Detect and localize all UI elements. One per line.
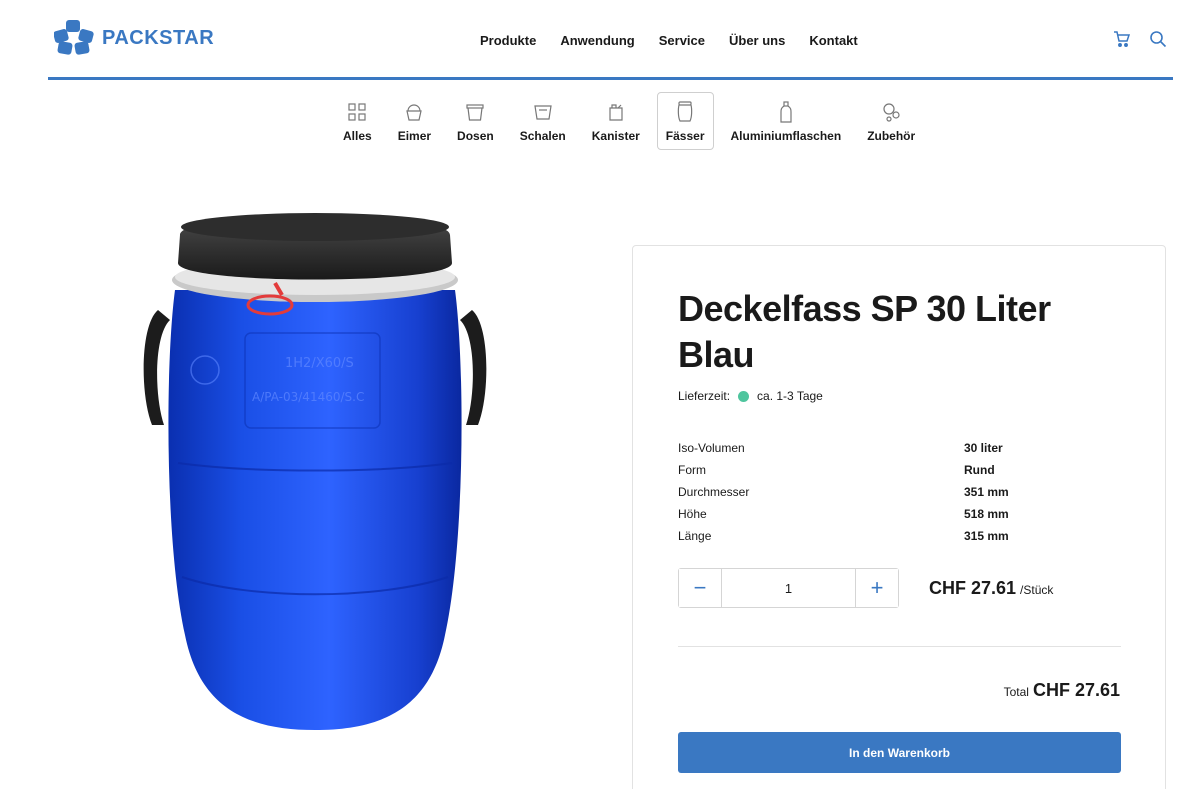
spec-value: 315 mm xyxy=(964,529,1009,543)
barrel-icon xyxy=(675,101,695,123)
price-unit: /Stück xyxy=(1020,583,1054,597)
accessories-icon xyxy=(881,101,901,123)
price-amount: CHF 27.61 xyxy=(929,578,1017,598)
barrel-embossing-line-1: 1H2/X60/S xyxy=(285,356,354,371)
cart-icon[interactable] xyxy=(1113,30,1131,48)
category-label: Schalen xyxy=(519,129,566,143)
divider xyxy=(678,646,1121,647)
nav-ueber-uns[interactable]: Über uns xyxy=(729,33,785,48)
category-label: Kanister xyxy=(591,129,640,143)
product-specs: Iso-Volumen 30 liter Form Rund Durchmess… xyxy=(678,441,1009,551)
product-title: Deckelfass SP 30 Liter Blau xyxy=(678,288,1051,375)
delivery-value: ca. 1-3 Tage xyxy=(757,389,823,403)
spec-row: Form Rund xyxy=(678,463,1008,485)
spec-label: Länge xyxy=(678,529,712,543)
spec-label: Höhe xyxy=(678,507,707,521)
spec-row: Länge 315 mm xyxy=(678,529,1009,551)
category-label: Eimer xyxy=(397,129,432,143)
spec-label: Form xyxy=(678,463,706,477)
quantity-stepper: − 1 + xyxy=(678,568,899,608)
quantity-input[interactable]: 1 xyxy=(721,569,856,607)
category-faesser[interactable]: Fässer xyxy=(656,92,714,150)
logo[interactable]: PACKSTAR xyxy=(54,20,214,56)
search-icon[interactable] xyxy=(1149,30,1167,48)
category-dosen[interactable]: Dosen xyxy=(448,92,503,150)
product-card: Deckelfass SP 30 Liter Blau Lieferzeit: … xyxy=(632,245,1166,789)
nav-service[interactable]: Service xyxy=(659,33,705,48)
spec-label: Durchmesser xyxy=(678,485,750,499)
header-actions xyxy=(1113,30,1167,48)
total-label: Total xyxy=(1003,685,1029,699)
nav-kontakt[interactable]: Kontakt xyxy=(809,33,857,48)
total-amount: CHF 27.61 xyxy=(1032,680,1120,700)
logo-text: PACKSTAR xyxy=(102,26,215,49)
spec-row: Durchmesser 351 mm xyxy=(678,485,1009,507)
spec-label: Iso-Volumen xyxy=(678,441,745,455)
can-icon xyxy=(465,101,485,123)
tray-icon xyxy=(533,101,553,123)
spec-value: 518 mm xyxy=(964,507,1009,521)
spec-value: Rund xyxy=(964,463,995,477)
site-header: PACKSTAR Produkte Anwendung Service Über… xyxy=(48,0,1173,80)
category-schalen[interactable]: Schalen xyxy=(511,92,575,150)
delivery-info: Lieferzeit: ca. 1-3 Tage xyxy=(678,389,823,403)
category-eimer[interactable]: Eimer xyxy=(389,92,440,150)
increment-button[interactable]: + xyxy=(856,569,898,607)
category-label: Aluminiumflaschen xyxy=(730,129,842,143)
bucket-icon xyxy=(404,101,424,123)
category-label: Zubehör xyxy=(867,129,916,143)
category-aluminiumflaschen[interactable]: Aluminiumflaschen xyxy=(722,92,851,150)
bottle-icon xyxy=(776,101,796,123)
category-label: Fässer xyxy=(665,129,705,143)
total-price: Total CHF 27.61 xyxy=(1004,680,1120,701)
category-zubehoer[interactable]: Zubehör xyxy=(858,92,924,150)
barrel-embossing-line-2: A/PA-03/41460/S.C xyxy=(252,390,364,404)
spec-value: 30 liter xyxy=(964,441,1003,455)
category-label: Dosen xyxy=(457,129,494,143)
main-nav: Produkte Anwendung Service Über uns Kont… xyxy=(480,33,858,48)
spec-value: 351 mm xyxy=(964,485,1009,499)
decrement-button[interactable]: − xyxy=(679,569,721,607)
delivery-status-dot xyxy=(738,390,750,402)
nav-produkte[interactable]: Produkte xyxy=(480,33,536,48)
logo-icon xyxy=(54,20,94,55)
delivery-label: Lieferzeit: xyxy=(678,389,731,403)
spec-row: Höhe 518 mm xyxy=(678,507,1009,529)
category-kanister[interactable]: Kanister xyxy=(583,92,649,150)
category-bar: Alles Eimer Dosen Schalen Kanister Fässe… xyxy=(330,92,928,150)
nav-anwendung[interactable]: Anwendung xyxy=(560,33,634,48)
grid-icon xyxy=(347,101,367,123)
category-alles[interactable]: Alles xyxy=(334,92,381,150)
add-to-cart-button[interactable]: In den Warenkorb xyxy=(678,732,1121,773)
product-image: 1H2/X60/S A/PA-03/41460/S.C xyxy=(140,205,490,735)
unit-price: CHF 27.61 /Stück xyxy=(929,578,1053,599)
spec-row: Iso-Volumen 30 liter xyxy=(678,441,1008,463)
canister-icon xyxy=(606,101,626,123)
category-label: Alles xyxy=(343,129,372,143)
